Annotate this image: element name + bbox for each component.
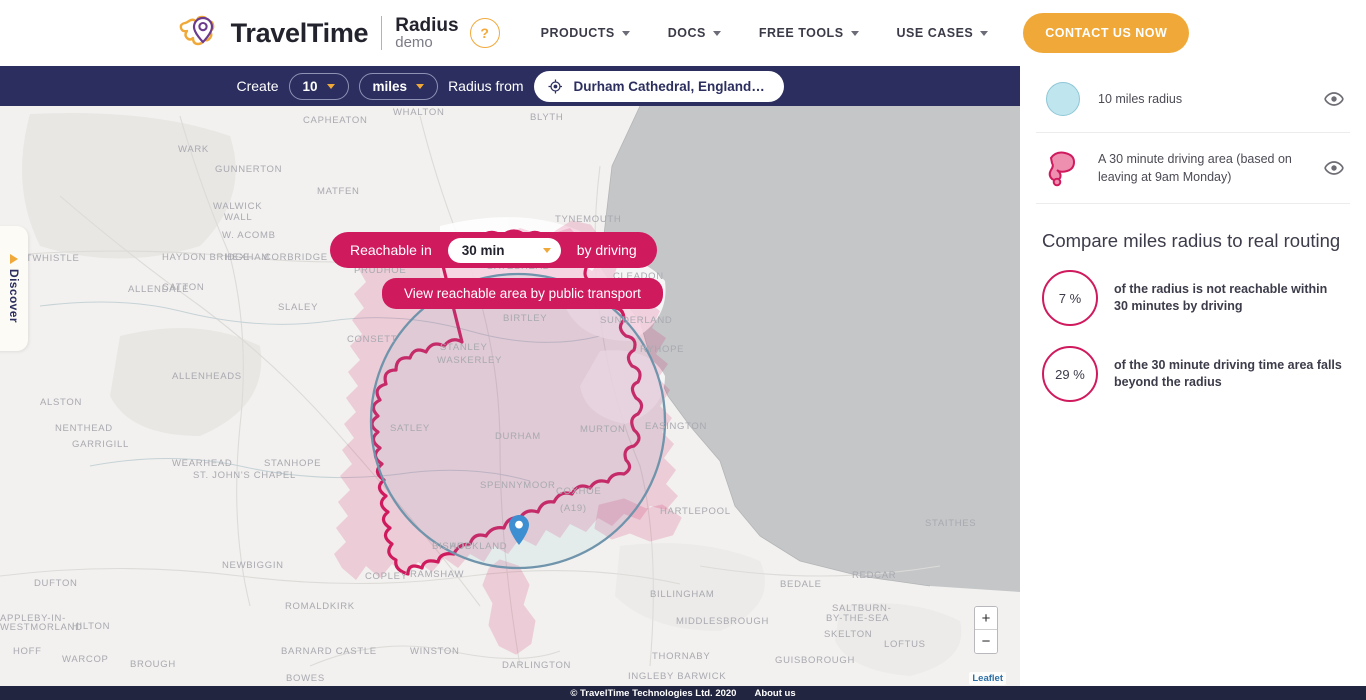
reachable-prefix: Reachable in — [350, 242, 432, 258]
brand-name: TravelTime — [231, 18, 369, 49]
legend-item-radius: 10 miles radius — [1036, 66, 1350, 133]
nav-item-use-cases[interactable]: USE CASES — [878, 26, 1008, 40]
radius-amount-select[interactable]: 10 — [289, 73, 349, 100]
eye-icon[interactable] — [1324, 92, 1344, 106]
crosshair-icon — [548, 78, 563, 95]
sub-brand-subtitle: demo — [395, 35, 458, 50]
site-header: TravelTime Radius demo ? PRODUCTS DOCS F… — [0, 0, 1366, 66]
radius-toolbar: Create 10 miles Radius from Durham Cathe… — [0, 66, 1020, 106]
eye-icon[interactable] — [1324, 161, 1344, 175]
legend-item-isochrone: A 30 minute driving area (based on leavi… — [1036, 133, 1350, 204]
compare-section-title: Compare miles radius to real routing — [1036, 204, 1350, 260]
radius-unit-value: miles — [373, 79, 408, 94]
radius-circle-swatch-icon — [1046, 82, 1080, 116]
map-canvas[interactable]: WARKCAPHEATONWHALTONBLYTHGUNNERTONMATFEN… — [0, 106, 1020, 686]
isochrone-shape-swatch-icon — [1046, 149, 1080, 187]
nav-label-use-cases: USE CASES — [897, 26, 974, 40]
map-graphics — [0, 106, 1020, 686]
sub-brand: Radius demo — [395, 16, 458, 51]
help-icon[interactable]: ? — [470, 18, 500, 48]
contact-us-button[interactable]: CONTACT US NOW — [1023, 13, 1189, 53]
radius-amount-value: 10 — [303, 79, 318, 94]
chevron-down-icon — [980, 31, 988, 36]
radius-swatch — [1042, 82, 1084, 116]
reachable-in-control: Reachable in 30 min by driving — [330, 232, 657, 268]
traveltime-logo-icon — [177, 13, 221, 53]
zoom-out-button[interactable]: − — [975, 630, 997, 653]
brand-logo[interactable]: TravelTime — [177, 13, 369, 53]
stat-value-beyond: 29 % — [1042, 346, 1098, 402]
location-value: Durham Cathedral, England, Uni... — [573, 79, 765, 94]
triangle-right-icon — [10, 254, 18, 264]
results-sidebar: 10 miles radius A 30 minute driving area… — [1020, 66, 1366, 686]
nav-item-free-tools[interactable]: FREE TOOLS — [740, 26, 878, 40]
nav-label-products: PRODUCTS — [541, 26, 615, 40]
zoom-in-button[interactable]: + — [975, 607, 997, 630]
stat-row-beyond: 29 % of the 30 minute driving time area … — [1036, 336, 1350, 412]
chevron-down-icon — [851, 31, 859, 36]
app-root: TravelTime Radius demo ? PRODUCTS DOCS F… — [0, 0, 1366, 700]
leaflet-attribution-link[interactable]: Leaflet — [969, 672, 1006, 685]
location-marker-icon[interactable] — [508, 514, 530, 546]
about-us-link[interactable]: About us — [754, 688, 795, 699]
radius-from-label: Radius from — [448, 78, 523, 94]
stat-text-beyond: of the 30 minute driving time area falls… — [1114, 357, 1344, 392]
nav-item-products[interactable]: PRODUCTS — [522, 26, 649, 40]
chevron-down-icon — [416, 84, 424, 89]
location-search-input[interactable]: Durham Cathedral, England, Uni... — [534, 71, 784, 102]
travel-time-select[interactable]: 30 min — [448, 238, 561, 263]
main-nav: PRODUCTS DOCS FREE TOOLS USE CASES CONTA… — [522, 13, 1190, 53]
site-footer: © TravelTime Technologies Ltd. 2020 Abou… — [0, 686, 1366, 700]
discover-label: Discover — [7, 269, 21, 323]
chevron-down-icon — [327, 84, 335, 89]
stat-value-unreachable: 7 % — [1042, 270, 1098, 326]
legend-label-radius: 10 miles radius — [1098, 90, 1310, 108]
stat-text-unreachable: of the radius is not reachable within 30… — [1114, 281, 1344, 316]
travel-time-value: 30 min — [462, 243, 505, 258]
copyright-text: © TravelTime Technologies Ltd. 2020 — [570, 688, 736, 699]
create-label: Create — [236, 78, 278, 94]
nav-label-docs: DOCS — [668, 26, 706, 40]
isochrone-swatch — [1042, 149, 1084, 187]
stat-row-unreachable: 7 % of the radius is not reachable withi… — [1036, 260, 1350, 336]
chevron-down-icon — [543, 248, 551, 253]
chevron-down-icon — [713, 31, 721, 36]
chevron-down-icon — [622, 31, 630, 36]
public-transport-button[interactable]: View reachable area by public transport — [382, 278, 663, 309]
reachable-suffix: by driving — [577, 242, 637, 258]
radius-unit-select[interactable]: miles — [359, 73, 439, 100]
discover-tab[interactable]: Discover — [0, 226, 28, 351]
nav-label-free-tools: FREE TOOLS — [759, 26, 844, 40]
map-zoom-control: + − — [974, 606, 998, 654]
brand-divider — [381, 16, 382, 50]
sub-brand-title: Radius — [395, 16, 458, 35]
nav-item-docs[interactable]: DOCS — [649, 26, 740, 40]
legend-label-isochrone: A 30 minute driving area (based on leavi… — [1098, 150, 1310, 186]
